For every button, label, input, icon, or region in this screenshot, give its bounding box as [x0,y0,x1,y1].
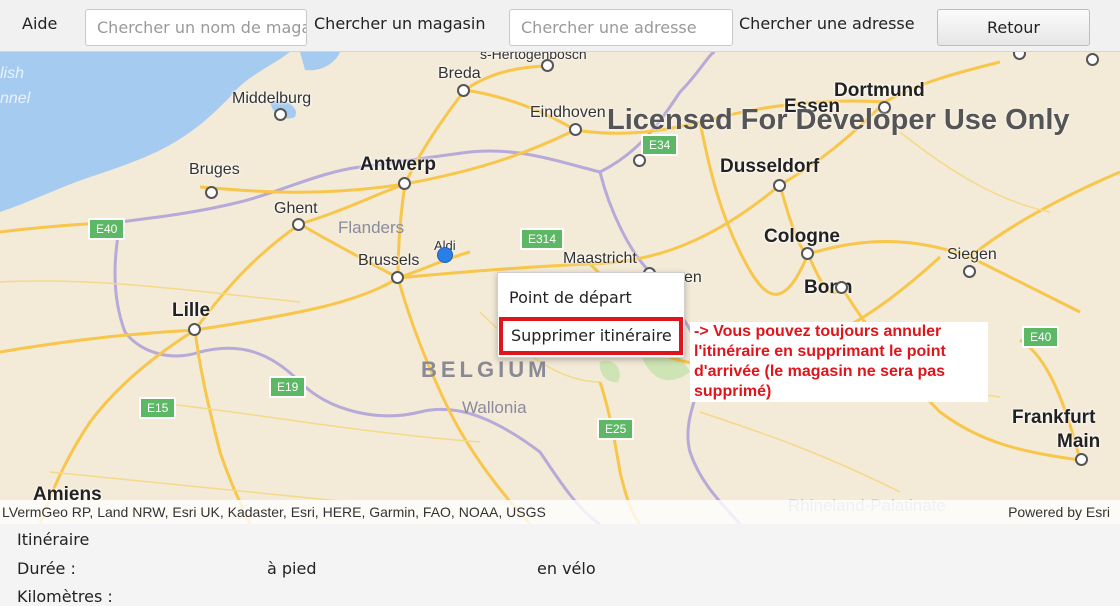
city-label-brussels: Brussels [358,252,420,269]
city-label-bruges: Bruges [189,161,240,178]
highway-shield-e40-east: E40 [1022,326,1060,348]
toolbar: Aide Chercher un nom de magasin Chercher… [0,0,1120,52]
help-link[interactable]: Aide [22,14,57,33]
back-button[interactable]: Retour [937,9,1090,46]
city-marker [292,218,305,231]
city-marker [801,247,814,260]
map-context-menu: Point de départ Supprimer itinéraire [497,272,685,358]
city-label-breda: Breda [438,65,481,82]
address-search-label: Chercher une adresse [739,14,915,33]
city-label-frankfurt: Frankfurt [1012,407,1096,428]
attribution-sources: LVermGeo RP, Land NRW, Esri UK, Kadaster… [2,504,546,520]
city-label-antwerp: Antwerp [360,154,436,175]
walk-duration-label: à pied [267,559,317,578]
region-label-flanders: Flanders [338,218,405,237]
city-marker [1075,453,1088,466]
city-marker [457,84,470,97]
kilometers-label: Kilomètres : [17,587,113,606]
city-label-main: Main [1057,431,1101,452]
powered-by-esri[interactable]: Powered by Esri [1008,504,1110,520]
city-label-hertogenbosch: s-Hertogenbosch [480,52,587,62]
store-search-label: Chercher un magasin [314,14,486,33]
store-location-marker[interactable] [437,247,453,263]
city-label-cologne: Cologne [764,226,840,247]
store-search-input[interactable]: Chercher un nom de magasin [85,9,307,46]
city-label-eindhoven: Eindhoven [530,104,606,121]
itinerary-title: Itinéraire [17,530,90,549]
city-marker [188,323,201,336]
city-label-siegen: Siegen [947,246,997,263]
city-label-partial: en [684,269,702,286]
city-marker [274,108,287,121]
city-label-middelburg: Middelburg [232,90,312,107]
bike-duration-label: en vélo [537,559,596,578]
menu-item-start-point[interactable]: Point de départ [498,279,684,315]
city-label-maastricht: Maastricht [563,250,637,267]
city-marker [835,281,848,294]
city-marker [541,59,554,72]
city-marker [569,123,582,136]
city-marker [963,265,976,278]
region-label-wallonia: Wallonia [462,398,527,417]
city-label-ghent: Ghent [274,200,318,217]
address-search-input[interactable]: Chercher une adresse [509,9,733,46]
city-marker [1086,53,1099,66]
highway-shield-e314: E314 [520,228,565,250]
city-marker [205,186,218,199]
itinerary-panel: Itinéraire Durée : à pied en vélo Kilomè… [0,524,1120,606]
highway-shield-e15: E15 [139,397,177,419]
highway-shield-e19: E19 [269,376,307,398]
tutorial-annotation: -> Vous pouvez toujours annuler l'itinér… [690,322,988,402]
sea-label-2: nnel [0,90,31,107]
city-label-lille: Lille [172,300,211,321]
highway-shield-e25: E25 [597,418,635,440]
city-label-dusseldorf: Dusseldorf [720,156,820,177]
menu-item-delete-route[interactable]: Supprimer itinéraire [499,317,683,355]
city-marker [398,177,411,190]
city-marker [391,271,404,284]
sea-label-1: lish [0,65,25,82]
city-label-dortmund: Dortmund [834,80,925,101]
city-marker [633,154,646,167]
developer-watermark: Licensed For Developer Use Only [607,104,1070,136]
country-label-belgium: BELGIUM [421,357,551,382]
highway-shield-e40: E40 [88,218,126,240]
map-attribution: LVermGeo RP, Land NRW, Esri UK, Kadaster… [0,500,1120,524]
highway-shield-e34: E34 [641,134,679,156]
duration-label: Durée : [17,559,76,578]
city-marker [773,179,786,192]
